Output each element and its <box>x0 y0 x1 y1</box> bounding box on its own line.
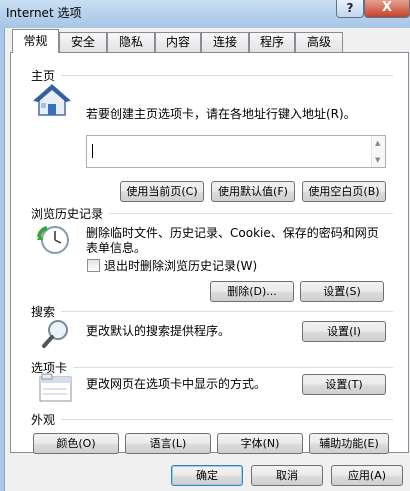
home-icon <box>33 83 71 116</box>
window-title: Internet 选项 <box>6 6 82 20</box>
delete-on-exit-label[interactable]: 退出时删除浏览历史记录(W) <box>104 258 257 274</box>
appearance-section-header: 外观 <box>31 411 393 428</box>
tab-programs[interactable]: 程序 <box>249 32 295 52</box>
close-button[interactable]: X <box>364 0 410 18</box>
home-description: 若要创建主页选项卡，请在各地址行键入地址(R)。 <box>86 107 356 121</box>
accessibility-button[interactable]: 辅助功能(E) <box>309 433 389 454</box>
ok-button[interactable]: 确定 <box>171 465 243 486</box>
languages-button[interactable]: 语言(L) <box>125 433 211 454</box>
tab-content[interactable]: 内容 <box>155 32 201 52</box>
history-description-line1: 删除临时文件、历史记录、Cookie、保存的密码和网页 <box>86 226 379 240</box>
history-section-header: 浏览历史记录 <box>31 205 393 222</box>
appearance-heading: 外观 <box>31 413 56 427</box>
tab-privacy[interactable]: 隐私 <box>107 32 155 52</box>
search-description: 更改默认的搜索提供程序。 <box>86 324 231 338</box>
tab-security[interactable]: 安全 <box>59 32 107 52</box>
delete-history-button[interactable]: 删除(D)... <box>210 281 294 302</box>
apply-button[interactable]: 应用(A) <box>331 465 403 486</box>
fonts-button[interactable]: 字体(N) <box>217 433 303 454</box>
tabs-description: 更改网页在选项卡中显示的方式。 <box>86 377 267 391</box>
cancel-button[interactable]: 取消 <box>251 465 323 486</box>
use-current-button[interactable]: 使用当前页(C) <box>120 181 204 202</box>
colors-button[interactable]: 颜色(O) <box>33 433 119 454</box>
text-caret <box>92 144 93 158</box>
tabs-window-icon <box>39 373 72 402</box>
magnifier-icon <box>42 320 68 348</box>
home-address-field[interactable]: ▲ ▼ <box>86 135 386 168</box>
search-section-header: 搜索 <box>31 303 393 320</box>
home-heading: 主页 <box>31 69 56 83</box>
scroll-up-icon[interactable]: ▲ <box>375 139 380 147</box>
tab-advanced[interactable]: 高级 <box>295 32 343 52</box>
tab-connections[interactable]: 连接 <box>201 32 249 52</box>
history-clock-icon <box>37 226 69 254</box>
use-blank-button[interactable]: 使用空白页(B) <box>302 181 386 202</box>
use-default-button[interactable]: 使用默认值(F) <box>211 181 295 202</box>
scroll-down-icon[interactable]: ▼ <box>375 156 380 164</box>
home-section-header: 主页 <box>31 67 393 84</box>
general-panel: 主页 若要创建主页选项卡，请在各地址行键入地址(R)。 ▲ ▼ 使用当前页(C)… <box>10 52 409 454</box>
tab-general[interactable]: 常规 <box>12 29 59 53</box>
history-settings-button[interactable]: 设置(S) <box>300 281 384 302</box>
history-description-line2: 表单信息。 <box>86 241 147 255</box>
address-scrollbar[interactable]: ▲ ▼ <box>371 136 385 167</box>
help-button[interactable]: ? <box>336 0 364 18</box>
options-dialog: 常规 安全 隐私 内容 连接 程序 高级 主页 若要创建主页选项卡，请在各地址行… <box>4 28 410 491</box>
history-heading: 浏览历史记录 <box>31 207 104 221</box>
tabs-settings-button[interactable]: 设置(T) <box>302 374 386 395</box>
search-settings-button[interactable]: 设置(I) <box>302 321 386 342</box>
title-bar: Internet 选项 ? X <box>0 0 410 28</box>
delete-on-exit-checkbox[interactable] <box>87 259 100 272</box>
